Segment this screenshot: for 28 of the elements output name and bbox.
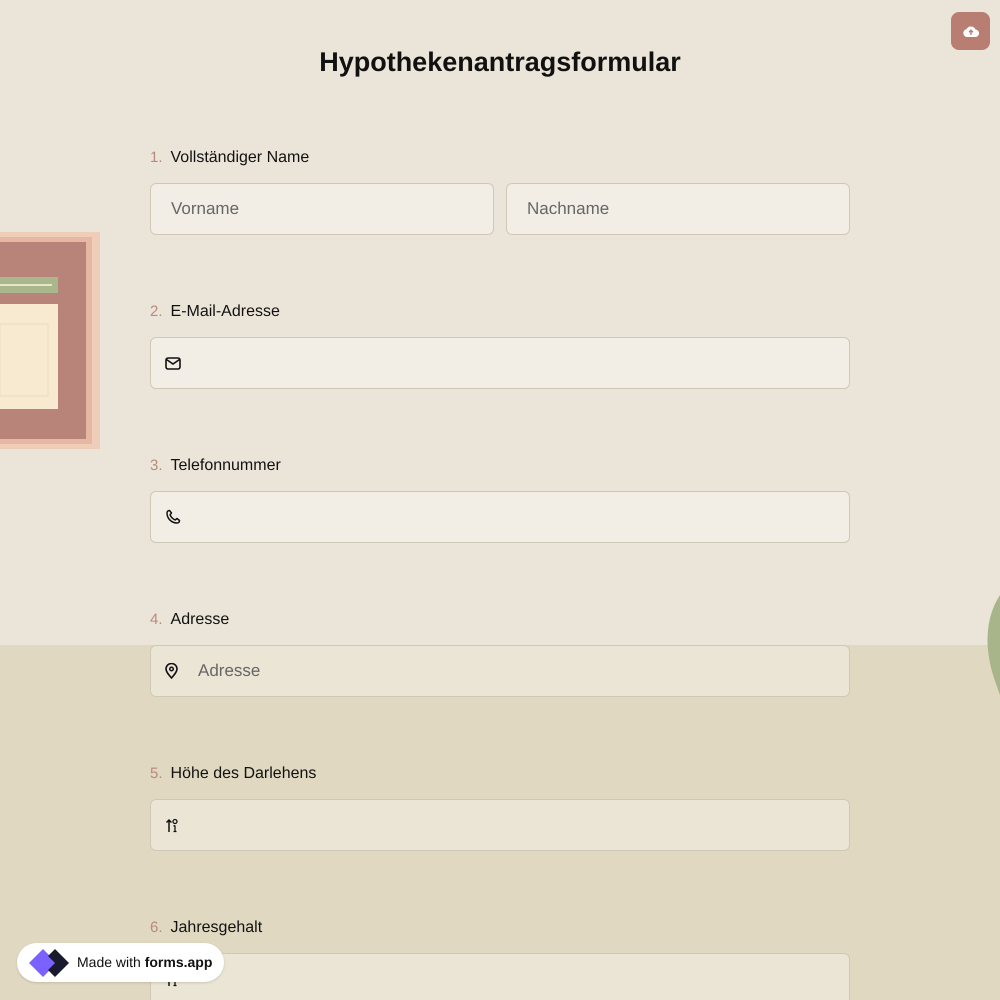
name-field[interactable]: Nachname: [506, 183, 850, 235]
envelope-icon: [165, 356, 181, 370]
name-field[interactable]: Vorname: [150, 183, 494, 235]
address-field[interactable]: Adresse: [150, 645, 850, 697]
question-number: 3.: [150, 456, 163, 476]
form-title: Hypothekenantragsformular: [318, 46, 682, 79]
upload-button[interactable]: [951, 12, 990, 50]
badge-text: Made with forms.app: [77, 953, 212, 972]
phone-field[interactable]: [150, 491, 850, 543]
phone-icon: [165, 509, 181, 525]
question-label: E-Mail-Adresse: [170, 302, 280, 322]
location-pin-icon: [165, 663, 178, 679]
number-sort-icon: [165, 818, 179, 832]
question-label: Vollständiger Name: [170, 148, 310, 168]
question-number: 1.: [150, 148, 163, 168]
question-number: 2.: [150, 302, 163, 322]
number-field[interactable]: [150, 799, 850, 851]
question-label: Höhe des Darlehens: [170, 764, 316, 784]
question-label: Jahresgehalt: [170, 918, 262, 938]
question-number: 5.: [150, 764, 163, 784]
question-number: 6.: [150, 918, 163, 938]
logo-icon: [29, 946, 69, 978]
question-number: 4.: [150, 610, 163, 630]
question-label: Adresse: [170, 610, 230, 630]
made-with-toast[interactable]: Made with forms.app: [17, 943, 224, 982]
question-label: Telefonnummer: [170, 456, 281, 476]
email-field[interactable]: [150, 337, 850, 389]
cloud-upload-icon: [962, 25, 978, 37]
